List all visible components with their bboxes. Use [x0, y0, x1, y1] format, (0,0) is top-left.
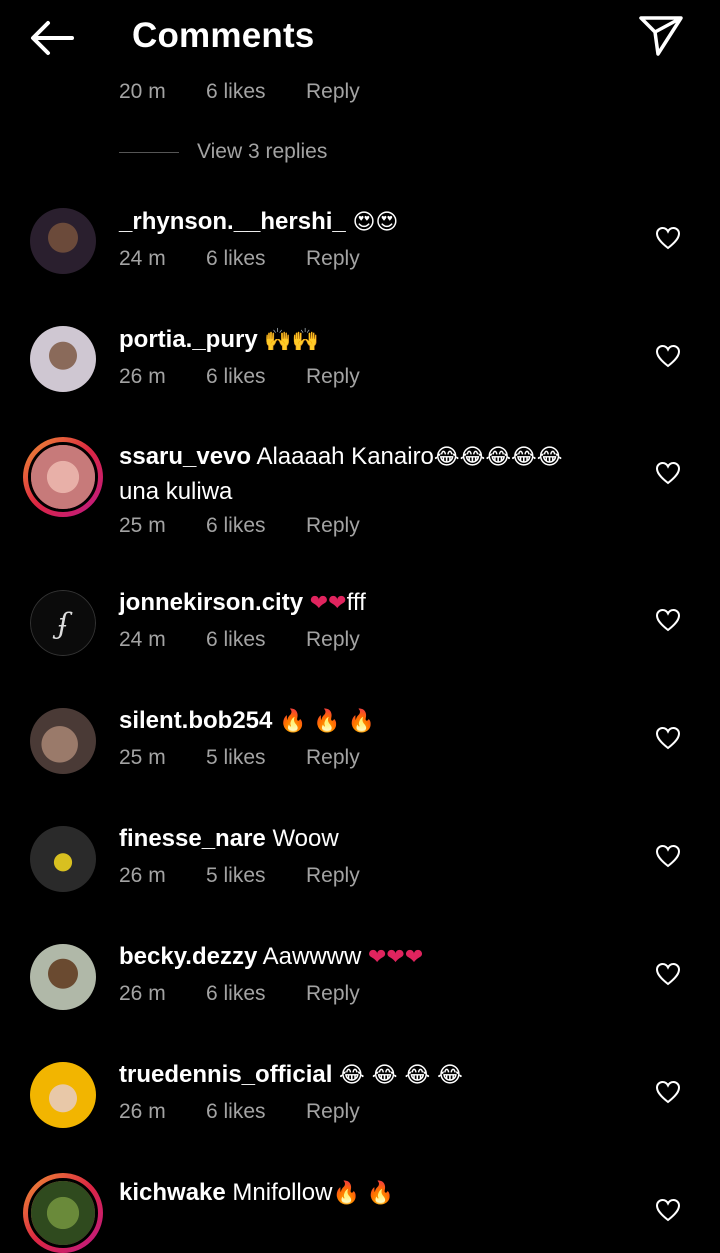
comment-likes[interactable]: 6 likes — [206, 628, 266, 652]
avatar[interactable]: ʄ — [30, 590, 96, 656]
comment-time: 26 m — [119, 982, 166, 1005]
comment-likes[interactable]: 6 likes — [206, 1100, 266, 1124]
like-heart-icon[interactable] — [655, 461, 681, 485]
reply-button[interactable]: Reply — [306, 247, 360, 271]
avatar-story-ring[interactable] — [23, 1173, 103, 1253]
comment-username[interactable]: finesse_nare — [119, 825, 266, 852]
reply-button[interactable]: Reply — [306, 514, 360, 538]
comment-time: 24 m — [119, 247, 166, 270]
comment-body: becky.dezzy Aawwww ❤❤❤ — [119, 940, 639, 975]
comment-likes[interactable]: 6 likes — [206, 247, 266, 271]
comment-username[interactable]: truedennis_official — [119, 1061, 332, 1088]
reply-button[interactable]: Reply — [306, 365, 360, 389]
comment-likes[interactable]: 6 likes — [206, 514, 266, 538]
like-heart-icon[interactable] — [655, 344, 681, 368]
comment-likes[interactable]: 6 likes — [206, 982, 266, 1006]
divider — [119, 152, 179, 153]
comment-text: Mnifollow — [232, 1179, 333, 1206]
comment-likes[interactable]: 5 likes — [206, 864, 266, 888]
comment-emoji: 🔥 🔥 🔥 — [279, 709, 376, 734]
comment-text-continued: una kuliwa — [119, 478, 233, 505]
reply-button[interactable]: Reply — [306, 1100, 360, 1124]
comment-emoji: ❤❤❤ — [368, 945, 424, 970]
comment-username[interactable]: silent.bob254 — [119, 707, 272, 734]
comment-body: silent.bob254 🔥 🔥 🔥 — [119, 704, 639, 739]
comment-body: jonnekirson.city ❤❤fff — [119, 586, 639, 621]
avatar[interactable] — [30, 326, 96, 392]
comment-likes[interactable]: 5 likes — [206, 746, 266, 770]
comment-emoji: 😂 😂 😂 😂 — [339, 1063, 463, 1088]
comment-username[interactable]: _rhynson.__hershi_ — [119, 208, 346, 235]
reply-button[interactable]: Reply — [306, 864, 360, 888]
avatar-story-ring[interactable] — [23, 437, 103, 517]
comment-emoji: 🙌🙌 — [264, 328, 320, 353]
comment-text: fff — [346, 589, 366, 616]
comment-time: 25 m — [119, 746, 166, 769]
comment-username[interactable]: kichwake — [119, 1179, 226, 1206]
like-heart-icon[interactable] — [655, 1080, 681, 1104]
reply-button[interactable]: Reply — [306, 746, 360, 770]
comment-emoji: 😍😍 — [352, 210, 399, 235]
back-arrow-icon[interactable] — [28, 18, 76, 58]
avatar[interactable] — [30, 1062, 96, 1128]
comment-body: _rhynson.__hershi_ 😍😍 — [119, 205, 639, 240]
comment-likes[interactable]: 6 likes — [206, 365, 266, 389]
comment-body: portia._pury 🙌🙌 — [119, 323, 639, 358]
avatar[interactable] — [30, 208, 96, 274]
comment-text: Alaaaah Kanairo — [256, 443, 434, 470]
comment-body: truedennis_official 😂 😂 😂 😂 — [119, 1058, 639, 1093]
comment-emoji: 🔥 🔥 — [332, 1181, 395, 1206]
comment-time: 26 m — [119, 365, 166, 388]
logo-icon: ʄ — [30, 590, 96, 656]
like-heart-icon[interactable] — [655, 1198, 681, 1222]
like-heart-icon[interactable] — [655, 844, 681, 868]
comment-time: 26 m — [119, 864, 166, 887]
comment-username[interactable]: portia._pury — [119, 326, 258, 353]
avatar[interactable] — [30, 944, 96, 1010]
comment-time: 25 m — [119, 514, 166, 537]
comment-emoji: ❤❤ — [309, 591, 347, 616]
comment-emoji: 😂😂😂😂😂 — [433, 445, 563, 470]
reply-button[interactable]: Reply — [306, 628, 360, 652]
reply-button[interactable]: Reply — [306, 982, 360, 1006]
comment-body: ssaru_vevo Alaaaah Kanairo😂😂😂😂😂 una kuli… — [119, 440, 639, 509]
top-bar: Comments — [0, 0, 720, 75]
avatar[interactable] — [30, 708, 96, 774]
view-replies-label: View 3 replies — [197, 140, 328, 163]
comment-likes[interactable]: 6 likes — [206, 80, 266, 104]
comment-body: kichwake Mnifollow🔥 🔥 — [119, 1176, 639, 1211]
comment-username[interactable]: ssaru_vevo — [119, 443, 251, 470]
send-icon[interactable] — [636, 12, 686, 58]
like-heart-icon[interactable] — [655, 962, 681, 986]
reply-button[interactable]: Reply — [306, 80, 360, 104]
comment-username[interactable]: jonnekirson.city — [119, 589, 303, 616]
avatar[interactable] — [30, 826, 96, 892]
comment-time: 24 m — [119, 628, 166, 651]
like-heart-icon[interactable] — [655, 726, 681, 750]
comment-text: Aawwww — [262, 943, 362, 970]
comment-time: 26 m — [119, 1100, 166, 1123]
comment-text: Woow — [272, 825, 339, 852]
like-heart-icon[interactable] — [655, 608, 681, 632]
comment-username[interactable]: becky.dezzy — [119, 943, 257, 970]
comment-time: 20 m — [119, 80, 166, 103]
comment-body: finesse_nare Woow — [119, 822, 639, 856]
page-title: Comments — [132, 16, 315, 55]
like-heart-icon[interactable] — [655, 226, 681, 250]
